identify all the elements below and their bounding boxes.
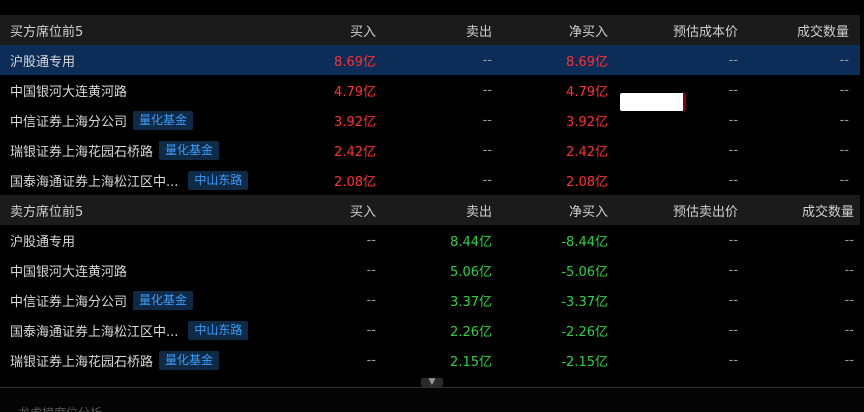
- quant-fund-tag[interactable]: 量化基金: [133, 110, 194, 130]
- volume-value: --: [844, 232, 854, 248]
- buy-value: 8.69亿: [334, 54, 376, 70]
- buy-header-net[interactable]: 净买入: [492, 21, 608, 40]
- buy-header-volume[interactable]: 成交数量: [738, 21, 855, 40]
- net-value: 2.08亿: [566, 174, 608, 190]
- buy-row-2[interactable]: 中国银河大连黄河路 4.79亿 -- 4.79亿 -- --: [0, 75, 860, 105]
- buy-header-row: 买方席位前5 买入 卖出 净买入 预估成本价 成交数量: [0, 15, 860, 45]
- price-value: --: [728, 292, 738, 308]
- buy-row-4[interactable]: 瑞银证券上海花园石桥路 量化基金 2.42亿 -- 2.42亿 -- --: [0, 135, 860, 165]
- sell-value: --: [482, 52, 492, 68]
- net-value: -2.15亿: [561, 354, 608, 370]
- sell-header-buy[interactable]: 买入: [263, 201, 376, 220]
- buy-header-cost[interactable]: 预估成本价: [608, 21, 738, 40]
- quant-fund-tag[interactable]: 量化基金: [159, 140, 220, 160]
- volume-value: --: [839, 112, 849, 128]
- sell-value: 5.06亿: [450, 264, 492, 280]
- seat-name[interactable]: 国泰海通证券上海松江区中...: [10, 321, 178, 340]
- chevron-down-icon: ▼: [428, 377, 436, 387]
- sell-value: --: [482, 82, 492, 98]
- sell-header-seat: 卖方席位前5: [10, 204, 84, 220]
- expand-button[interactable]: ▼: [421, 378, 443, 387]
- seat-name[interactable]: 沪股通专用: [10, 231, 75, 250]
- buy-header-sell[interactable]: 卖出: [376, 21, 492, 40]
- price-value: --: [728, 262, 738, 278]
- volume-value: --: [844, 292, 854, 308]
- sell-header-price[interactable]: 预估卖出价: [608, 201, 738, 220]
- cost-value: --: [728, 52, 738, 68]
- volume-value: --: [844, 322, 854, 338]
- seat-name[interactable]: 瑞银证券上海花园石桥路: [10, 141, 153, 160]
- quant-fund-tag[interactable]: 量化基金: [159, 350, 220, 370]
- buy-value: 2.08亿: [334, 174, 376, 190]
- buy-value: --: [366, 292, 376, 308]
- net-value: -2.26亿: [561, 324, 608, 340]
- seat-name[interactable]: 中信证券上海分公司: [10, 111, 127, 130]
- tooltip-popup: [620, 93, 686, 111]
- buy-header-seat: 买方席位前5: [10, 24, 84, 40]
- buy-row-5[interactable]: 国泰海通证券上海松江区中... 中山东路 2.08亿 -- 2.08亿 -- --: [0, 165, 860, 195]
- seat-name[interactable]: 中信证券上海分公司: [10, 291, 127, 310]
- buy-value: --: [366, 262, 376, 278]
- seat-table: 买方席位前5 买入 卖出 净买入 预估成本价 成交数量 沪股通专用 8.69亿 …: [0, 15, 860, 375]
- volume-value: --: [844, 352, 854, 368]
- net-value: 3.92亿: [566, 114, 608, 130]
- volume-value: --: [839, 82, 849, 98]
- sell-header-volume[interactable]: 成交数量: [738, 201, 860, 220]
- sell-row-4[interactable]: 国泰海通证券上海松江区中... 中山东路 -- 2.26亿 -2.26亿 -- -…: [0, 315, 860, 345]
- volume-value: --: [839, 142, 849, 158]
- buy-value: --: [366, 352, 376, 368]
- cost-value: --: [728, 142, 738, 158]
- sell-header-net[interactable]: 净买入: [492, 201, 608, 220]
- sell-value: 8.44亿: [450, 234, 492, 250]
- sell-value: 2.15亿: [450, 354, 492, 370]
- bottom-section: 龙虎榜席位分析: [0, 387, 864, 412]
- branch-tag[interactable]: 中山东路: [188, 170, 249, 190]
- buy-value: --: [366, 232, 376, 248]
- buy-value: 3.92亿: [334, 114, 376, 130]
- price-value: --: [728, 322, 738, 338]
- net-value: 4.79亿: [566, 84, 608, 100]
- volume-value: --: [839, 172, 849, 188]
- seat-name[interactable]: 沪股通专用: [10, 51, 75, 70]
- net-value: 8.69亿: [566, 54, 608, 70]
- net-value: -3.37亿: [561, 294, 608, 310]
- quant-fund-tag[interactable]: 量化基金: [133, 290, 194, 310]
- seat-name[interactable]: 中国银河大连黄河路: [10, 261, 127, 280]
- sell-value: 3.37亿: [450, 294, 492, 310]
- volume-value: --: [839, 52, 849, 68]
- seat-name[interactable]: 中国银河大连黄河路: [10, 81, 127, 100]
- sell-value: --: [482, 142, 492, 158]
- sell-header-row: 卖方席位前5 买入 卖出 净买入 预估卖出价 成交数量: [0, 195, 860, 225]
- net-value: -5.06亿: [561, 264, 608, 280]
- net-value: 2.42亿: [566, 144, 608, 160]
- branch-tag[interactable]: 中山东路: [188, 320, 249, 340]
- volume-value: --: [844, 262, 854, 278]
- buy-value: 2.42亿: [334, 144, 376, 160]
- buy-value: --: [366, 322, 376, 338]
- sell-value: --: [482, 172, 492, 188]
- buy-value: 4.79亿: [334, 84, 376, 100]
- cost-value: --: [728, 112, 738, 128]
- price-value: --: [728, 232, 738, 248]
- seat-name[interactable]: 瑞银证券上海花园石桥路: [10, 351, 153, 370]
- sell-row-5[interactable]: 瑞银证券上海花园石桥路 量化基金 -- 2.15亿 -2.15亿 -- --: [0, 345, 860, 375]
- sell-row-2[interactable]: 中国银河大连黄河路 -- 5.06亿 -5.06亿 -- --: [0, 255, 860, 285]
- bottom-section-title: 龙虎榜席位分析: [18, 404, 138, 412]
- cost-value: --: [728, 172, 738, 188]
- sell-header-sell[interactable]: 卖出: [376, 201, 492, 220]
- price-value: --: [728, 352, 738, 368]
- net-value: -8.44亿: [561, 234, 608, 250]
- buy-row-3[interactable]: 中信证券上海分公司 量化基金 3.92亿 -- 3.92亿 -- --: [0, 105, 860, 135]
- sell-value: --: [482, 112, 492, 128]
- buy-header-buy[interactable]: 买入: [263, 21, 376, 40]
- sell-row-3[interactable]: 中信证券上海分公司 量化基金 -- 3.37亿 -3.37亿 -- --: [0, 285, 860, 315]
- sell-value: 2.26亿: [450, 324, 492, 340]
- seat-name[interactable]: 国泰海通证券上海松江区中...: [10, 171, 178, 190]
- buy-row-1[interactable]: 沪股通专用 8.69亿 -- 8.69亿 -- --: [0, 45, 860, 75]
- sell-row-1[interactable]: 沪股通专用 -- 8.44亿 -8.44亿 -- --: [0, 225, 860, 255]
